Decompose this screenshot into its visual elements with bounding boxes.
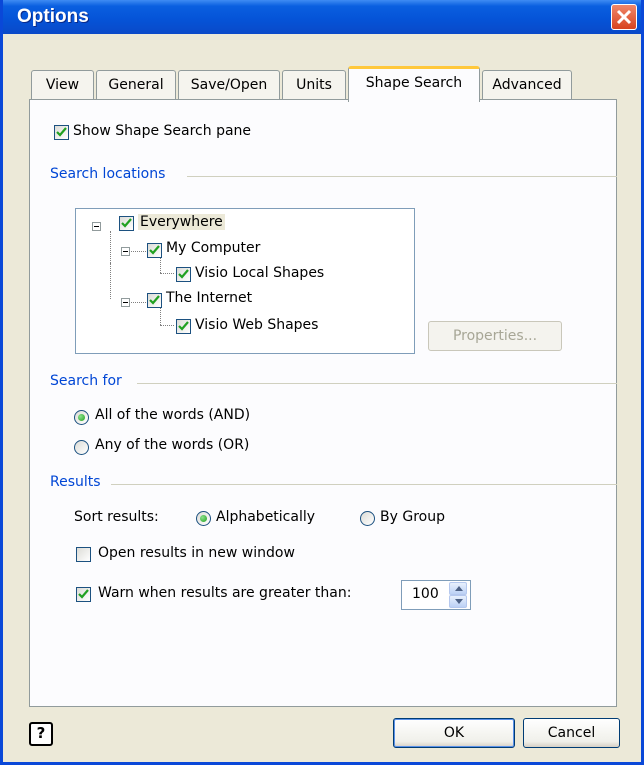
tab-general-label: General	[108, 77, 164, 93]
radio-all-words-label: All of the words (AND)	[95, 407, 251, 423]
check-icon	[56, 127, 67, 137]
cancel-button-label: Cancel	[547, 725, 596, 741]
tree-connector	[131, 302, 146, 303]
spin-up-icon[interactable]	[449, 582, 467, 595]
tab-shape-search-label: Shape Search	[365, 75, 463, 91]
tree-item-visio-local-shapes[interactable]: Visio Local Shapes	[195, 265, 324, 281]
tree-checkbox-my-computer[interactable]	[147, 243, 162, 258]
properties-button[interactable]: Properties...	[428, 321, 562, 351]
check-icon	[121, 218, 132, 228]
tree-connector	[160, 325, 174, 326]
check-icon	[178, 269, 189, 279]
help-glyph: ?	[36, 724, 46, 742]
tab-panel	[29, 99, 617, 707]
collapse-icon[interactable]	[92, 222, 101, 231]
search-for-heading: Search for	[50, 373, 122, 389]
tree-checkbox-the-internet[interactable]	[147, 293, 162, 308]
tree-connector	[110, 263, 111, 299]
tab-save-open[interactable]: Save/Open	[178, 70, 280, 100]
warn-threshold-spinner[interactable]: 100	[401, 580, 471, 610]
tree-checkbox-visio-web-shapes[interactable]	[176, 319, 191, 334]
check-icon	[78, 589, 89, 599]
tree-checkbox-visio-local-shapes[interactable]	[176, 267, 191, 282]
radio-all-words[interactable]	[74, 410, 89, 425]
tab-general[interactable]: General	[96, 70, 176, 100]
warn-results-checkbox[interactable]	[76, 587, 91, 602]
tab-save-open-label: Save/Open	[190, 77, 268, 93]
tree-connector	[131, 251, 146, 252]
help-icon[interactable]: ?	[29, 722, 53, 746]
show-pane-checkbox[interactable]	[54, 125, 69, 140]
close-icon	[616, 9, 632, 25]
warn-threshold-value[interactable]: 100	[412, 586, 439, 602]
open-new-window-label: Open results in new window	[98, 545, 295, 561]
group-divider	[187, 176, 617, 177]
radio-sort-alphabetically-label: Alphabetically	[216, 509, 316, 525]
radio-selected-dot	[200, 515, 207, 522]
properties-button-label: Properties...	[452, 328, 538, 344]
tab-advanced[interactable]: Advanced	[482, 70, 572, 100]
radio-sort-alphabetically[interactable]	[196, 511, 211, 526]
check-icon	[178, 321, 189, 331]
radio-sort-by-group-label: By Group	[380, 509, 445, 525]
cancel-button[interactable]: Cancel	[523, 718, 620, 748]
results-heading: Results	[50, 474, 101, 490]
tab-view[interactable]: View	[31, 70, 94, 100]
tree-checkbox-everywhere[interactable]	[119, 216, 134, 231]
group-divider	[111, 484, 617, 485]
radio-sort-by-group[interactable]	[360, 511, 375, 526]
tree-item-the-internet[interactable]: The Internet	[166, 290, 252, 306]
radio-any-words-label: Any of the words (OR)	[95, 437, 250, 453]
collapse-icon[interactable]	[121, 298, 130, 307]
show-pane-label: Show Shape Search pane	[73, 123, 252, 139]
tab-shape-search[interactable]: Shape Search	[348, 66, 480, 102]
tab-units[interactable]: Units	[282, 70, 346, 100]
open-new-window-checkbox[interactable]	[76, 547, 91, 562]
check-icon	[149, 245, 160, 255]
close-button[interactable]	[611, 4, 637, 30]
tree-connector	[160, 273, 174, 274]
radio-selected-dot	[78, 414, 85, 421]
tab-units-label: Units	[296, 77, 332, 93]
tree-connector	[110, 231, 111, 263]
tree-item-my-computer[interactable]: My Computer	[166, 240, 260, 256]
ok-button[interactable]: OK	[393, 718, 515, 748]
radio-any-words[interactable]	[74, 440, 89, 455]
spin-down-icon[interactable]	[449, 595, 467, 608]
group-divider	[137, 383, 617, 384]
tree-item-visio-web-shapes[interactable]: Visio Web Shapes	[195, 317, 318, 333]
tree-item-everywhere[interactable]: Everywhere	[138, 214, 225, 230]
search-locations-tree[interactable]: Everywhere My Computer Visio Local Shape…	[75, 208, 415, 354]
warn-results-label: Warn when results are greater than:	[98, 585, 352, 601]
options-dialog: Options View General Save/Open Units Sha…	[0, 0, 644, 765]
collapse-icon[interactable]	[121, 247, 130, 256]
check-icon	[149, 295, 160, 305]
search-locations-heading: Search locations	[50, 166, 166, 182]
dialog-title: Options	[17, 6, 89, 27]
ok-button-label: OK	[443, 725, 465, 741]
tab-advanced-label: Advanced	[492, 77, 562, 93]
tab-view-label: View	[45, 77, 80, 93]
title-bar[interactable]: Options	[3, 0, 641, 34]
sort-results-label: Sort results:	[74, 509, 159, 525]
